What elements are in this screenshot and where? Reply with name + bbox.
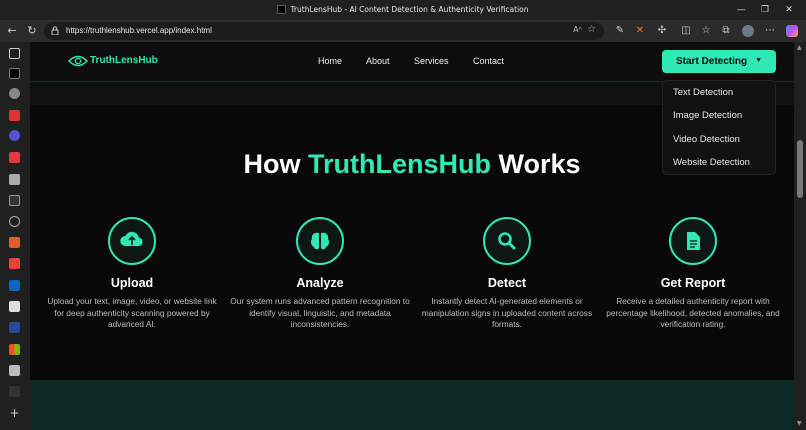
- web-page: TruthLensHub Home About Services Contact…: [30, 42, 794, 430]
- logo-text: TruthLensHub: [90, 55, 158, 66]
- step-title: Detect: [487, 276, 527, 290]
- step-description: Our system runs advanced pattern recogni…: [230, 296, 410, 330]
- pen-extension-icon[interactable]: ✎: [614, 25, 626, 37]
- step-title: Analyze: [296, 276, 344, 290]
- nav-home-link[interactable]: Home: [318, 56, 342, 66]
- close-extension-icon[interactable]: ✕: [634, 25, 646, 37]
- dropdown-item-image-detection[interactable]: Image Detection: [673, 110, 742, 121]
- detection-dropdown-menu: Text Detection Image Detection Video Det…: [662, 80, 776, 175]
- tab-world-icon[interactable]: [9, 216, 20, 227]
- profile-avatar-icon[interactable]: [742, 25, 754, 37]
- tab-blue-icon[interactable]: [9, 322, 20, 333]
- title-prefix: How: [243, 149, 301, 179]
- scrollbar-thumb[interactable]: [797, 140, 803, 198]
- browser-sidebar: +: [0, 42, 30, 430]
- tab-linkedin-icon[interactable]: [9, 280, 20, 291]
- tab-gmail-icon[interactable]: [9, 258, 20, 269]
- step-title: Get Report: [660, 276, 726, 290]
- eye-logo-icon: [68, 55, 88, 67]
- tab-purple-icon[interactable]: [9, 130, 20, 141]
- step-title: Upload: [110, 276, 154, 290]
- tab-doc-icon[interactable]: [9, 365, 20, 376]
- nav-services-link[interactable]: Services: [414, 56, 449, 66]
- search-icon: [498, 232, 516, 250]
- scroll-up-icon[interactable]: ▲: [797, 44, 802, 51]
- step-description: Upload your text, image, video, or websi…: [47, 296, 217, 330]
- tab-dark-icon[interactable]: [9, 386, 20, 397]
- nav-about-link[interactable]: About: [366, 56, 390, 66]
- step-icon-circle: [296, 217, 344, 265]
- dropdown-item-video-detection[interactable]: Video Detection: [673, 134, 740, 145]
- refresh-icon[interactable]: ↻: [25, 24, 39, 38]
- tab-microsoft-icon[interactable]: [9, 344, 20, 355]
- tab-globe-icon[interactable]: [9, 88, 20, 99]
- minimize-button[interactable]: —: [734, 3, 748, 17]
- start-detecting-label: Start Detecting: [676, 56, 748, 67]
- title-accent: TruthLensHub: [307, 149, 491, 179]
- dropdown-item-website-detection[interactable]: Website Detection: [673, 157, 750, 168]
- brain-icon: [310, 232, 330, 250]
- step-icon-circle: [669, 217, 717, 265]
- site-header: TruthLensHub Home About Services Contact…: [30, 42, 794, 82]
- tab-title-wrap: TruthLensHub - AI Content Detection & Au…: [0, 5, 806, 14]
- back-arrow-icon[interactable]: ←: [5, 24, 19, 38]
- step-icon-circle: [108, 217, 156, 265]
- read-aloud-icon[interactable]: Aᴬ: [573, 25, 582, 34]
- maximize-button[interactable]: ❐: [758, 3, 772, 17]
- url-text: https://truthlenshub.vercel.app/index.ht…: [66, 26, 212, 35]
- collections-icon[interactable]: ⧉: [720, 25, 732, 37]
- lock-icon: [51, 26, 59, 35]
- tab-b-icon[interactable]: [9, 195, 20, 206]
- tab-title: TruthLensHub - AI Content Detection & Au…: [290, 5, 529, 14]
- start-detecting-button[interactable]: Start Detecting ▼: [662, 50, 776, 73]
- nav-contact-link[interactable]: Contact: [473, 56, 504, 66]
- browser-title-bar: TruthLensHub - AI Content Detection & Au…: [0, 0, 806, 20]
- favorites-icon[interactable]: ☆: [700, 25, 712, 37]
- document-icon: [687, 232, 700, 250]
- scroll-down-icon[interactable]: ▼: [797, 420, 802, 427]
- new-tab-plus-icon[interactable]: +: [9, 407, 20, 419]
- favorite-star-icon[interactable]: ☆: [587, 24, 596, 35]
- extensions-puzzle-icon[interactable]: ✣: [656, 25, 668, 37]
- close-window-button[interactable]: ✕: [782, 3, 796, 17]
- next-section-band: [30, 380, 794, 430]
- dropdown-item-text-detection[interactable]: Text Detection: [673, 87, 733, 98]
- step-description: Instantly detect AI-generated elements o…: [421, 296, 593, 330]
- tab-orange-icon[interactable]: [9, 237, 20, 248]
- tab-red-icon[interactable]: [9, 110, 20, 121]
- page-scrollbar[interactable]: ▲ ▼: [794, 42, 806, 430]
- step-icon-circle: [483, 217, 531, 265]
- caret-down-icon: ▼: [755, 57, 762, 64]
- tab-actions-icon[interactable]: [9, 48, 20, 59]
- more-menu-icon[interactable]: ⋯: [764, 25, 776, 37]
- tab-favicon-icon: [277, 5, 287, 14]
- upload-icon: [120, 231, 143, 246]
- active-tab-icon[interactable]: [9, 68, 20, 79]
- title-suffix: Works: [498, 149, 581, 179]
- tab-arrow-icon[interactable]: [9, 301, 20, 312]
- tab-folder-icon[interactable]: [9, 174, 20, 185]
- browser-toolbar: ← ↻ https://truthlenshub.vercel.app/inde…: [0, 20, 806, 42]
- copilot-icon[interactable]: [786, 25, 798, 37]
- step-description: Receive a detailed authenticity report w…: [606, 296, 780, 330]
- address-bar[interactable]: https://truthlenshub.vercel.app/index.ht…: [44, 22, 604, 40]
- tab-alert-icon[interactable]: [9, 152, 20, 163]
- split-screen-icon[interactable]: ◫: [680, 25, 692, 37]
